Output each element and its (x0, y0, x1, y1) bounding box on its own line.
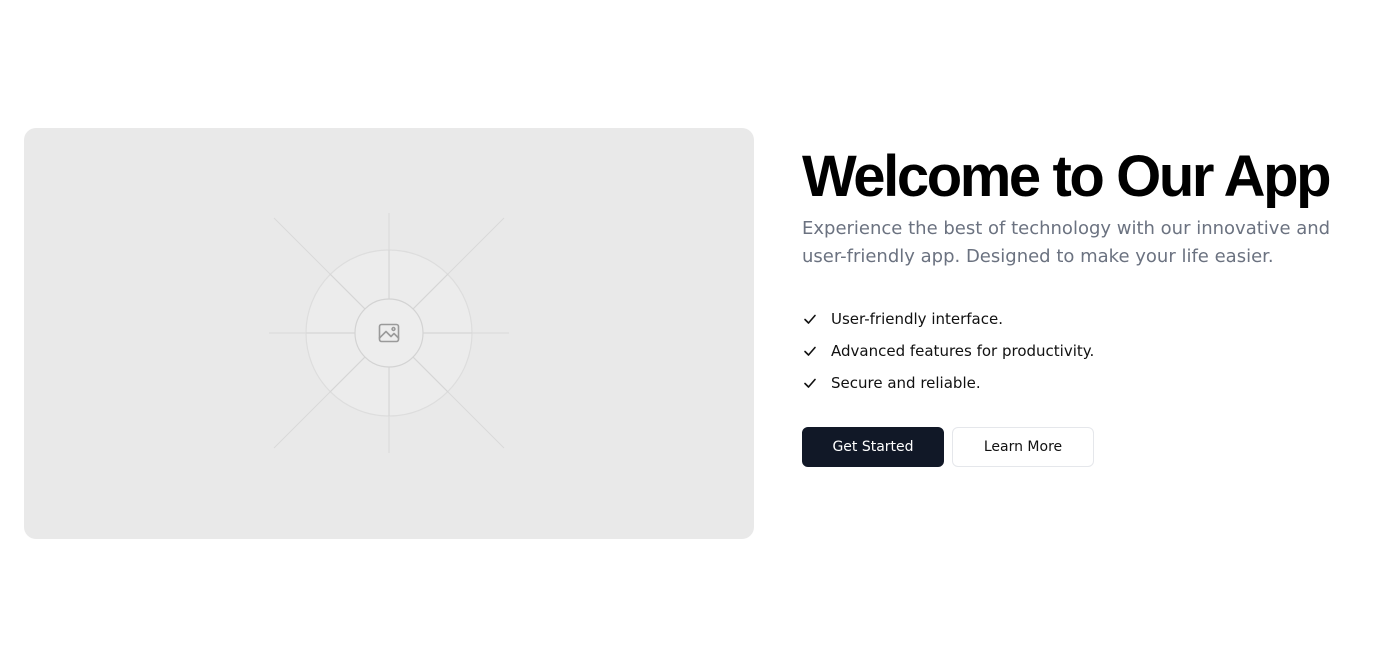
check-icon (802, 375, 818, 391)
page-title: Welcome to Our App (802, 144, 1332, 209)
check-icon (802, 311, 818, 327)
hero-section: Welcome to Our App Experience the best o… (0, 0, 1376, 667)
hero-subtitle: Experience the best of technology with o… (802, 218, 1331, 267)
hero-image-placeholder (24, 128, 754, 539)
check-icon (802, 343, 818, 359)
feature-label: Advanced features for productivity. (831, 342, 1095, 360)
get-started-button[interactable]: Get Started (802, 427, 944, 467)
list-item: Advanced features for productivity. (802, 335, 1362, 367)
list-item: User-friendly interface. (802, 303, 1362, 335)
list-item: Secure and reliable. (802, 367, 1362, 399)
feature-list: User-friendly interface. Advanced featur… (802, 303, 1362, 399)
cta-button-group: Get Started Learn More (802, 427, 1362, 467)
image-icon (378, 323, 400, 343)
feature-label: User-friendly interface. (831, 310, 1003, 328)
hero-content: Welcome to Our App Experience the best o… (802, 146, 1362, 467)
learn-more-button[interactable]: Learn More (952, 427, 1094, 467)
feature-label: Secure and reliable. (831, 374, 981, 392)
